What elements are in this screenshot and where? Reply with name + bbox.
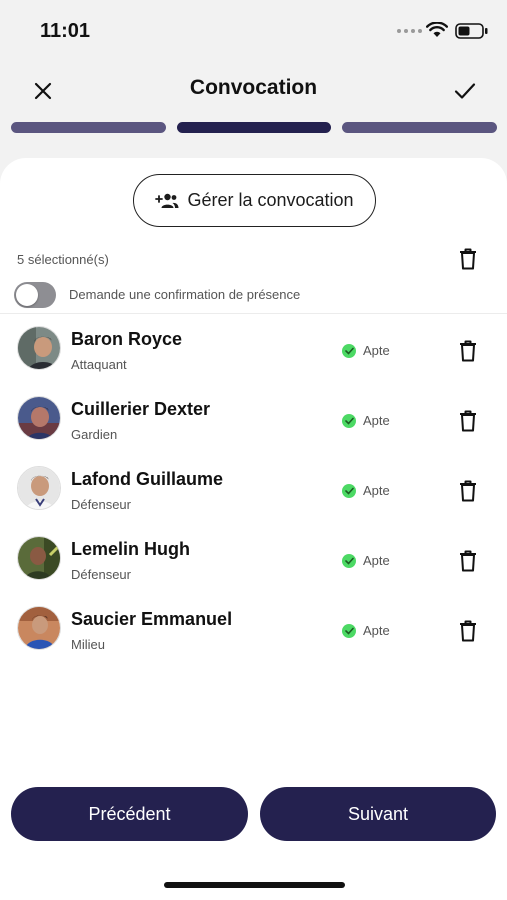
battery-icon — [455, 23, 488, 39]
delete-player-button[interactable] — [459, 480, 477, 502]
manage-convocation-button[interactable]: Gérer la convocation — [133, 174, 376, 227]
manage-convocation-label: Gérer la convocation — [187, 190, 354, 210]
avatar — [17, 396, 61, 440]
status-badge: Apte — [342, 483, 390, 498]
toggle-knob — [16, 284, 38, 306]
avatar — [17, 606, 61, 650]
player-role: Défenseur — [71, 497, 131, 512]
header: Convocation — [0, 62, 507, 118]
player-role: Défenseur — [71, 567, 131, 582]
player-list: Baron Royce Attaquant Apte Cuillerier De… — [0, 322, 507, 672]
check-circle-icon — [342, 413, 356, 428]
player-name: Cuillerier Dexter — [71, 399, 211, 419]
delete-player-button[interactable] — [459, 620, 477, 642]
check-circle-icon — [342, 553, 356, 568]
check-circle-icon — [342, 623, 356, 638]
avatar — [17, 466, 61, 510]
list-item[interactable]: Lafond Guillaume Défenseur Apte — [0, 462, 507, 532]
list-item[interactable]: Cuillerier Dexter Gardien Apte — [0, 392, 507, 462]
player-role: Gardien — [71, 427, 118, 442]
delete-player-button[interactable] — [459, 340, 477, 362]
player-name: Lafond Guillaume — [71, 469, 224, 489]
avatar — [17, 326, 61, 370]
player-role: Attaquant — [71, 357, 127, 372]
status-label: Apte — [363, 413, 390, 428]
presence-confirmation-label: Demande une confirmation de présence — [69, 287, 301, 302]
list-item[interactable]: Baron Royce Attaquant Apte — [0, 322, 507, 392]
signal-icon — [397, 29, 422, 33]
player-role: Milieu — [71, 637, 105, 652]
step-1 — [11, 122, 166, 133]
status-label: Apte — [363, 623, 390, 638]
list-item[interactable]: Saucier Emmanuel Milieu Apte — [0, 602, 507, 672]
status-time: 11:01 — [40, 20, 91, 42]
status-badge: Apte — [342, 343, 390, 358]
list-item[interactable]: Lemelin Hugh Défenseur Apte — [0, 532, 507, 602]
wifi-icon — [426, 22, 448, 37]
step-3 — [342, 122, 498, 133]
divider — [0, 313, 507, 314]
status-label: Apte — [363, 483, 390, 498]
check-circle-icon — [342, 343, 356, 358]
avatar — [17, 536, 61, 580]
step-2 — [176, 122, 332, 133]
check-icon — [454, 83, 476, 99]
delete-player-button[interactable] — [459, 550, 477, 572]
status-badge: Apte — [342, 553, 390, 568]
progress-steps — [11, 122, 498, 133]
next-button[interactable]: Suivant — [260, 787, 496, 841]
delete-all-button[interactable] — [459, 248, 477, 270]
status-label: Apte — [363, 343, 390, 358]
status-badge: Apte — [342, 623, 390, 638]
player-name: Baron Royce — [71, 329, 183, 349]
player-name: Lemelin Hugh — [71, 539, 191, 559]
page-title: Convocation — [189, 76, 318, 99]
status-bar: 11:01 — [0, 0, 507, 60]
delete-player-button[interactable] — [459, 410, 477, 432]
confirm-button[interactable] — [450, 76, 480, 106]
check-circle-icon — [342, 483, 356, 498]
home-indicator — [164, 882, 345, 888]
add-group-icon — [155, 193, 179, 208]
player-name: Saucier Emmanuel — [71, 609, 233, 629]
presence-confirmation-toggle[interactable] — [14, 282, 56, 308]
status-label: Apte — [363, 553, 390, 568]
selected-count: 5 sélectionné(s) — [17, 252, 109, 267]
previous-button[interactable]: Précédent — [11, 787, 248, 841]
status-badge: Apte — [342, 413, 390, 428]
